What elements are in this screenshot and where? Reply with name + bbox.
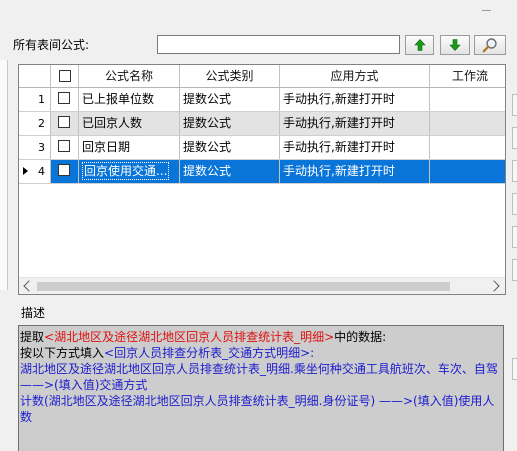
column-header-name[interactable]: 公式名称 [79, 65, 180, 87]
formula-name: 已回京人数 [79, 112, 180, 135]
side-button[interactable] [512, 259, 517, 281]
formula-workflow [430, 112, 505, 135]
formula-workflow [430, 88, 505, 111]
move-down-button[interactable] [440, 35, 470, 55]
column-header-workflow[interactable]: 工作流 [430, 65, 505, 87]
formula-name-text: 回京使用交通... [82, 162, 170, 180]
move-up-button[interactable] [405, 35, 434, 55]
column-header-mode[interactable]: 应用方式 [280, 65, 430, 87]
formula-workflow [430, 136, 505, 159]
select-all-cell [51, 65, 79, 87]
formula-mode: 手动执行,新建打开时 [280, 112, 430, 135]
scrollbar-thumb[interactable] [37, 282, 450, 291]
formula-name: 回京日期 [79, 136, 180, 159]
side-button[interactable] [512, 94, 517, 116]
description-label: 描述 [21, 306, 46, 320]
formula-mode: 手动执行,新建打开时 [280, 160, 430, 183]
formula-mode: 手动执行,新建打开时 [280, 136, 430, 159]
column-header-category[interactable]: 公式类别 [180, 65, 280, 87]
magnifier-icon [482, 38, 497, 53]
scroll-left-icon[interactable] [23, 280, 35, 292]
checkbox-cell [51, 88, 79, 111]
table-row[interactable]: 3 回京日期 提数公式 手动执行,新建打开时 [19, 136, 505, 160]
formula-name: 已上报单位数 [79, 88, 180, 111]
row-number: 2 [19, 112, 51, 135]
formula-category: 提数公式 [180, 136, 280, 159]
checkbox-cell [51, 136, 79, 159]
formula-category: 提数公式 [180, 88, 280, 111]
formula-category: 提数公式 [180, 112, 280, 135]
right-side-buttons [511, 30, 517, 451]
description-line-1: 提取<湖北地区及途径湖北地区回京人员排查统计表_明细>中的数据: [20, 329, 500, 345]
row-checkbox[interactable] [58, 116, 70, 128]
row-number: 1 [19, 88, 51, 111]
description-text-part: 中的数据: [334, 330, 387, 344]
arrow-down-icon [449, 39, 461, 51]
formula-mode: 手动执行,新建打开时 [280, 88, 430, 111]
description-text-part: 按以下方式填入 [20, 346, 105, 360]
horizontal-scrollbar[interactable] [19, 277, 505, 294]
checkbox-cell [51, 160, 79, 183]
description-line-2: 按以下方式填入<回京人员排查分析表_交通方式明细>: [20, 345, 500, 361]
row-checkbox[interactable] [58, 92, 70, 104]
row-header-corner [19, 65, 51, 87]
table-row[interactable]: 2 已回京人数 提数公式 手动执行,新建打开时 [19, 112, 505, 136]
side-button[interactable] [512, 358, 517, 380]
description-line-4: 计数(湖北地区及途径湖北地区回京人员排查统计表_明细.身份证号) ——>(填入值… [20, 394, 495, 424]
scroll-right-icon[interactable] [488, 280, 500, 292]
formula-search-label: 所有表间公式: [13, 38, 90, 52]
source-table-name: <湖北地区及途径湖北地区回京人员排查统计表_明细> [44, 330, 335, 344]
select-all-checkbox[interactable] [59, 70, 71, 82]
description-text-part: : [310, 346, 315, 360]
formula-workflow [430, 160, 505, 183]
description-text: 提取<湖北地区及途径湖北地区回京人员排查统计表_明细>中的数据: 按以下方式填入… [18, 325, 504, 451]
row-checkbox[interactable] [58, 140, 70, 152]
formula-name: 回京使用交通... [79, 160, 180, 183]
row-number: 4 [19, 160, 51, 183]
description-line-3: 湖北地区及途径湖北地区回京人员排查统计表_明细.乘坐何种交通工具航班次、车次、自… [20, 362, 498, 392]
row-number: 3 [19, 136, 51, 159]
formula-grid: 公式名称 公式类别 应用方式 工作流 1 已上报单位数 提数公式 手动执行,新建… [18, 64, 506, 295]
row-number-text: 4 [38, 165, 45, 178]
target-table-name: <回京人员排查分析表_交通方式明细> [104, 346, 311, 360]
search-button[interactable] [474, 35, 506, 55]
arrow-up-icon [413, 39, 426, 51]
window-edge-mark [482, 10, 491, 11]
formula-category: 提数公式 [180, 160, 280, 183]
grid-header: 公式名称 公式类别 应用方式 工作流 [19, 65, 505, 88]
left-panel-edge [0, 60, 8, 290]
table-row-selected[interactable]: 4 回京使用交通... 提数公式 手动执行,新建打开时 [19, 160, 505, 184]
description-text-part: 提取 [20, 330, 45, 344]
side-button[interactable] [512, 127, 517, 149]
formula-search-input[interactable] [157, 35, 400, 54]
checkbox-cell [51, 112, 79, 135]
row-checkbox[interactable] [58, 164, 70, 176]
current-row-icon [23, 167, 28, 175]
table-row[interactable]: 1 已上报单位数 提数公式 手动执行,新建打开时 [19, 88, 505, 112]
side-button[interactable] [512, 226, 517, 248]
side-button[interactable] [512, 193, 517, 215]
side-button[interactable] [512, 160, 517, 182]
